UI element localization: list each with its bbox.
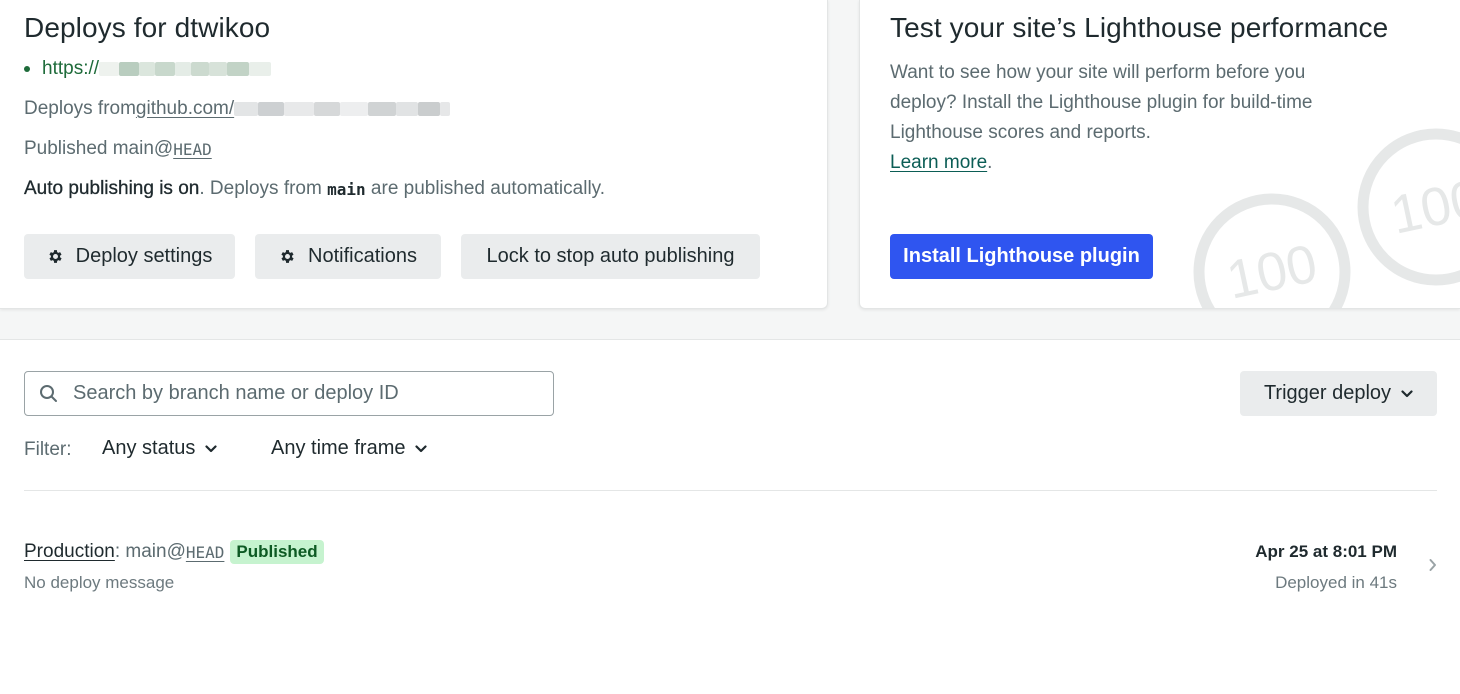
install-lighthouse-button[interactable]: Install Lighthouse plugin (890, 234, 1153, 279)
deploy-ref-link[interactable]: HEAD (186, 543, 225, 562)
status-filter-dropdown[interactable]: Any status (102, 437, 217, 460)
lighthouse-description-text: Want to see how your site will perform b… (890, 62, 1313, 143)
trigger-deploy-label: Trigger deploy (1263, 382, 1392, 404)
page-title: Deploys for dtwikoo (24, 12, 271, 43)
chevron-down-icon (1401, 389, 1413, 397)
deploy-settings-label: Deploy settings (75, 245, 213, 267)
search-input[interactable] (73, 382, 533, 405)
deploy-list-item[interactable]: Production : main@ HEAD Published No dep… (0, 530, 1460, 600)
site-url-prefix: https:// (42, 58, 100, 79)
list-divider (24, 490, 1437, 491)
search-icon (40, 384, 57, 402)
chevron-down-icon (205, 444, 217, 452)
auto-publish-tail: are published automatically. (365, 178, 606, 199)
deploy-branch-label: : main@ (114, 541, 186, 562)
lock-auto-publishing-button[interactable]: Lock to stop auto publishing (461, 234, 760, 279)
learn-more-suffix: . (987, 152, 993, 173)
lighthouse-title: Test your site’s Lighthouse performance (890, 12, 1389, 43)
time-filter-dropdown[interactable]: Any time frame (271, 437, 428, 460)
status-filter-label: Any status (102, 437, 196, 459)
deploy-settings-button[interactable]: Deploy settings (24, 234, 235, 279)
published-line: Published main@ HEAD (24, 138, 212, 160)
repo-prefix: github.com/ (135, 98, 235, 119)
deploys-from-label: Deploys from (24, 98, 136, 119)
deploy-context-link[interactable]: Production (24, 541, 115, 563)
lighthouse-card: 100 100 Test your site’s Lighthouse perf… (859, 0, 1460, 309)
auto-publish-branch: main (327, 179, 366, 199)
notifications-button[interactable]: Notifications (255, 234, 441, 279)
redacted-url (99, 62, 272, 76)
redacted-repo (234, 102, 451, 116)
gear-icon (281, 250, 294, 263)
auto-publish-status: Auto publishing is on (24, 178, 200, 199)
lock-auto-publishing-label: Lock to stop auto publishing (486, 245, 735, 267)
site-url-link[interactable]: https:// (24, 58, 272, 80)
published-label: Published main@ (24, 138, 174, 159)
filter-label: Filter: (24, 439, 72, 460)
trigger-deploy-button[interactable]: Trigger deploy (1240, 371, 1437, 416)
lighthouse-description: Want to see how your site will perform b… (890, 58, 1320, 178)
repo-link[interactable]: github.com/ (135, 98, 451, 120)
time-filter-label: Any time frame (271, 437, 406, 459)
lighthouse-score-b: 100 (1386, 168, 1460, 245)
notifications-label: Notifications (308, 245, 417, 267)
site-overview-card: Deploys for dtwikoo https:// Deploys fro… (0, 0, 828, 309)
deploy-date: Apr 25 at 8:01 PM (1255, 542, 1397, 561)
deploy-search-box[interactable] (24, 371, 554, 416)
url-bullet (24, 66, 30, 72)
auto-publish-mid: . Deploys from (199, 178, 328, 199)
deploy-duration: Deployed in 41s (1275, 573, 1397, 592)
deploy-summary: Production : main@ HEAD Published (24, 540, 324, 564)
learn-more-link[interactable]: Learn more (890, 152, 987, 173)
deploy-message: No deploy message (24, 573, 175, 592)
gear-icon (49, 250, 62, 263)
published-ref-link[interactable]: HEAD (173, 140, 212, 159)
chevron-right-icon (1429, 559, 1436, 571)
auto-publish-line: Auto publishing is on . Deploys from mai… (24, 178, 605, 200)
deploy-source-line: Deploys from github.com/ (24, 98, 451, 120)
install-lighthouse-label: Install Lighthouse plugin (903, 245, 1140, 267)
lighthouse-score-a: 100 (1222, 233, 1323, 309)
chevron-down-icon (415, 444, 428, 452)
status-badge: Published (230, 540, 324, 564)
